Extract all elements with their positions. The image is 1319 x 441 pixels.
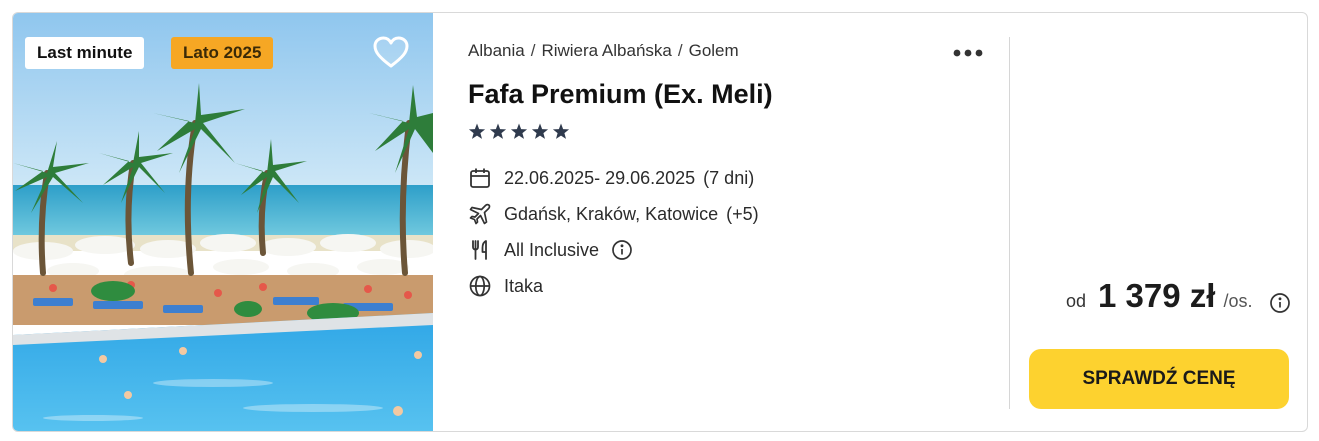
board-info-icon[interactable] [611, 239, 633, 261]
more-dots-icon[interactable] [950, 43, 986, 63]
trip-duration: (7 dni) [703, 167, 755, 188]
departure-cities: Gdańsk, Kraków, Katowice [504, 203, 719, 224]
price-block: od 1 379 zł /os. [1066, 277, 1252, 321]
star-icon [489, 123, 507, 139]
plane-icon [468, 202, 492, 226]
breadcrumb-separator: / [530, 41, 536, 60]
dates-row: 22.06.2025- 29.06.2025 (7 dni) [468, 165, 754, 191]
board-row: All Inclusive [468, 237, 633, 263]
breadcrumb-city[interactable]: Golem [689, 41, 739, 60]
fork-knife-icon [468, 238, 492, 262]
calendar-icon [468, 166, 492, 190]
hotel-photo-image [13, 13, 433, 431]
hotel-stars [468, 123, 572, 141]
breadcrumb-region[interactable]: Riwiera Albańska [541, 41, 671, 60]
breadcrumb-country[interactable]: Albania [468, 41, 525, 60]
star-icon [552, 123, 570, 139]
price-per-person-label: /os. [1223, 291, 1253, 311]
hotel-photo[interactable]: Last minute Lato 2025 [13, 13, 433, 431]
hotel-name[interactable]: Fafa Premium (Ex. Meli) [468, 79, 773, 110]
price-amount: 1 379 zł [1098, 277, 1216, 314]
travel-dates: 22.06.2025- 29.06.2025 [504, 167, 696, 188]
globe-icon [468, 274, 492, 298]
season-badge: Lato 2025 [171, 37, 274, 69]
breadcrumb: Albania / Riwiera Albańska / Golem [468, 41, 739, 61]
offer-card[interactable]: Last minute Lato 2025 Albania / Riwiera Al… [12, 12, 1308, 432]
last-minute-badge: Last minute [25, 37, 145, 69]
favorite-heart-icon[interactable] [371, 33, 411, 73]
tour-operator: Itaka [504, 275, 544, 296]
board-type: All Inclusive [504, 239, 600, 260]
price-from-label: od [1066, 291, 1087, 311]
star-icon [510, 123, 528, 139]
column-divider [1009, 37, 1010, 409]
offer-details: Albania / Riwiera Albańska / Golem Fafa Prem… [468, 13, 1008, 431]
star-icon [468, 123, 486, 139]
check-price-button[interactable]: SPRAWDŹ CENĘ [1029, 349, 1289, 409]
price-info-icon[interactable] [1269, 292, 1291, 314]
departure-row: Gdańsk, Kraków, Katowice (+5) [468, 201, 759, 227]
breadcrumb-separator: / [677, 41, 683, 60]
operator-row: Itaka [468, 273, 543, 299]
more-departures[interactable]: (+5) [726, 204, 759, 225]
star-icon [531, 123, 549, 139]
